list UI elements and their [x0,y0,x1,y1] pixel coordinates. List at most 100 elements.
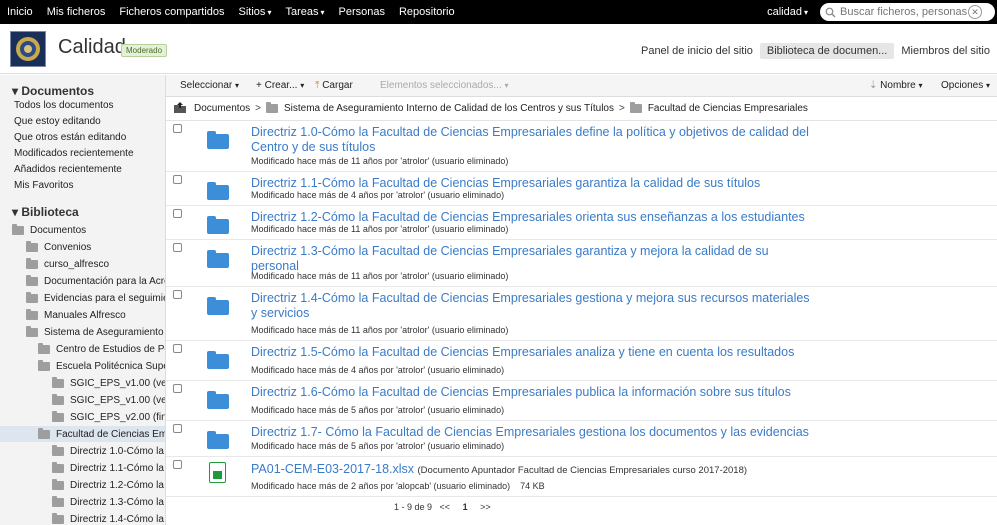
folder-icon[interactable] [207,216,229,234]
folder-icon[interactable] [207,351,229,369]
tree-item[interactable]: Directriz 1.0-Cómo la Fac [0,443,165,459]
tree-item[interactable]: SGIC_EPS_v1.00 (versió [0,375,166,391]
folder-link[interactable]: Directriz 1.5-Cómo la Facultad de Cienci… [251,345,811,360]
list-item: Directriz 1.5-Cómo la Facultad de Cienci… [166,341,997,381]
tree-item[interactable]: SGIC_EPS_v2.00 (finalm [0,409,165,425]
row-checkbox[interactable] [173,175,182,184]
breadcrumb-sistema[interactable]: Sistema de Aseguramiento Interno de Cali… [265,102,614,114]
folder-icon [38,427,50,439]
top-nav-tasks[interactable]: Tareas ▾ [278,6,331,18]
tree-item-label: SGIC_EPS_v1.00 (versió [70,377,166,389]
tree-item[interactable]: Directriz 1.1-Cómo la Fac [0,460,165,476]
sidebar-documents-heading[interactable]: ▾ Documentos [0,84,94,98]
folder-icon [52,376,64,388]
toolbar: Seleccionar ▾ + Crear... ▾ ⤒ Cargar Elem… [166,75,997,97]
folder-icon [26,257,38,269]
site-nav: Panel de inicio del sitio Biblioteca de … [634,43,997,59]
selected-items-menu[interactable]: Elementos seleccionados... ▾ [380,80,509,91]
folder-link[interactable]: Directriz 1.4-Cómo la Facultad de Cienci… [251,291,811,321]
top-nav-sites[interactable]: Sitios ▾ [232,6,279,18]
folder-icon[interactable] [207,431,229,449]
list-item: Directriz 1.0-Cómo la Facultad de Cienci… [166,121,997,172]
spreadsheet-file-icon[interactable] [209,462,226,483]
sidebar-link-editing[interactable]: Que estoy editando [14,116,101,127]
chevron-down-icon: ▾ [235,81,240,90]
tree-item[interactable]: Sistema de Aseguramiento Inte [0,324,165,340]
top-nav: Inicio Mis ficheros Ficheros compartidos… [0,0,462,24]
top-nav-people[interactable]: Personas [332,6,392,18]
top-nav-my-files[interactable]: Mis ficheros [40,6,113,18]
row-checkbox[interactable] [173,124,182,133]
sidebar-library-heading[interactable]: ▾ Biblioteca [0,205,79,219]
tree-item[interactable]: Escuela Politécnica Superio [0,358,165,374]
row-checkbox[interactable] [173,243,182,252]
site-nav-document-library[interactable]: Biblioteca de documen... [759,43,895,59]
sort-menu[interactable]: ⇣ Nombre ▾ [869,80,923,91]
folder-link[interactable]: Directriz 1.2-Cómo la Facultad de Cienci… [251,210,811,225]
row-checkbox[interactable] [173,344,182,353]
folder-link[interactable]: Directriz 1.7- Cómo la Facultad de Cienc… [251,425,811,440]
create-button-label: + Crear... [256,80,298,91]
top-nav-shared-files[interactable]: Ficheros compartidos [112,6,231,18]
sidebar-link-others-editing[interactable]: Que otros están editando [14,132,126,143]
sidebar-link-recently-modified[interactable]: Modificados recientemente [14,148,134,159]
tree-item[interactable]: Directriz 1.2-Cómo la Fac [0,477,165,493]
folder-icon [629,102,642,113]
file-link[interactable]: PA01-CEM-E03-2017-18.xlsx [251,462,414,476]
upload-button[interactable]: ⤒ Cargar [315,80,353,91]
sidebar-link-recently-added[interactable]: Añadidos recientemente [14,164,122,175]
folder-icon[interactable] [207,391,229,409]
sidebar-link-favorites[interactable]: Mis Favoritos [14,180,73,191]
breadcrumb-documents[interactable]: Documentos [194,103,250,114]
folder-up-icon[interactable] [166,101,194,116]
row-checkbox[interactable] [173,460,182,469]
folder-icon[interactable] [207,297,229,315]
top-nav-repository[interactable]: Repositorio [392,6,462,18]
row-checkbox[interactable] [173,384,182,393]
sort-direction-icon[interactable]: ⇣ [869,80,877,91]
tree-item[interactable]: Convenios [0,239,165,255]
tree-item[interactable]: Centro de Estudios de Postg [0,341,165,357]
tree-item[interactable]: Documentos [0,222,165,238]
row-checkbox[interactable] [173,290,182,299]
folder-icon[interactable] [207,182,229,200]
folder-link[interactable]: Directriz 1.3-Cómo la Facultad de Cienci… [251,244,811,274]
tree-item[interactable]: Facultad de Ciencias Empre [0,426,165,442]
row-checkbox[interactable] [173,424,182,433]
pagination-current-page[interactable]: 1 [463,502,468,512]
file-size: 74 KB [520,481,545,491]
create-button[interactable]: + Crear... ▾ [256,80,304,91]
tree-item[interactable]: Manuales Alfresco [0,307,165,323]
folder-icon[interactable] [207,250,229,268]
site-nav-members[interactable]: Miembros del sitio [894,43,997,59]
folder-link[interactable]: Directriz 1.0-Cómo la Facultad de Cienci… [251,125,811,155]
options-menu[interactable]: Opciones ▾ [941,80,990,91]
sort-menu-label: Nombre [880,80,916,91]
list-item-meta: Modificado hace más de 2 años por 'alopc… [251,481,545,491]
folder-link[interactable]: Directriz 1.1-Cómo la Facultad de Cienci… [251,176,811,191]
top-nav-home[interactable]: Inicio [0,6,40,18]
tree-item[interactable]: Evidencias para el seguimiento [0,290,165,306]
clear-search-icon[interactable]: ✕ [968,5,982,19]
tree-item[interactable]: curso_alfresco [0,256,165,272]
folder-icon [26,325,38,337]
search-input[interactable] [840,6,968,18]
select-menu[interactable]: Seleccionar ▾ [180,80,239,91]
site-logo [10,31,46,67]
list-item-meta: Modificado hace más de 11 años por 'atro… [251,271,509,281]
tree-item[interactable]: Directriz 1.4-Cómo la Fac [0,511,165,525]
tree-item-label: Documentos [30,224,87,236]
tree-item[interactable]: Directriz 1.3-Cómo la Fac [0,494,165,510]
row-checkbox[interactable] [173,209,182,218]
tree-item[interactable]: Documentación para la Acredita [0,273,165,289]
folder-link[interactable]: Directriz 1.6-Cómo la Facultad de Cienci… [251,385,811,400]
tree-item[interactable]: SGIC_EPS_v1.00 (versió [0,392,165,408]
search-icon [825,7,836,17]
sidebar-link-all-documents[interactable]: Todos los documentos [14,100,114,111]
user-menu[interactable]: calidad ▾ [767,6,808,18]
site-nav-dashboard[interactable]: Panel de inicio del sitio [634,43,760,59]
folder-icon[interactable] [207,131,229,149]
pagination-prev[interactable]: << [440,502,451,512]
pagination-next[interactable]: >> [480,502,491,512]
search-box: ✕ [820,3,995,21]
